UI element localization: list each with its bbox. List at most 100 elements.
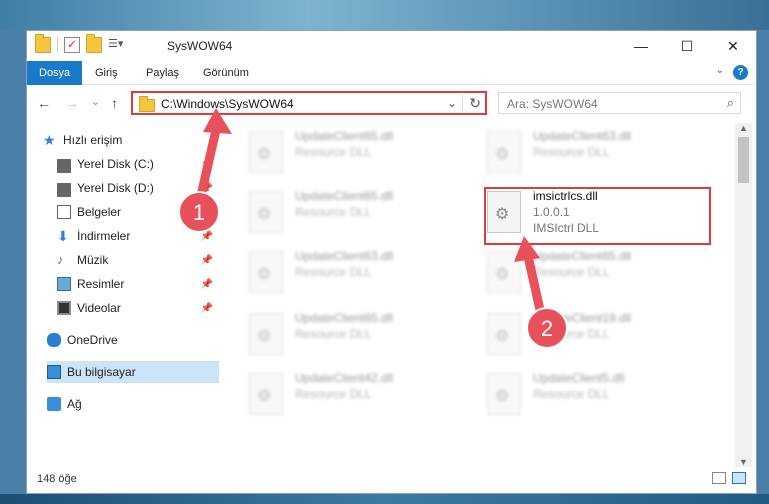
sidebar-item-music[interactable]: ♪ Müzik 📌 xyxy=(57,249,219,271)
customize-toolbar-icon[interactable]: ☰▾ xyxy=(108,37,124,53)
file-list: ⚙ UpdateClient65.dll Resource DLL ⚙ Upda… xyxy=(229,123,736,463)
dll-file-icon: ⚙ xyxy=(249,373,283,415)
list-item[interactable]: ⚙ UpdateClient5.dll Resource DLL xyxy=(487,369,717,425)
sidebar-item-label: Hızlı erişim xyxy=(63,133,123,147)
dll-file-icon: ⚙ xyxy=(487,313,521,355)
search-box[interactable]: Ara: SysWOW64 ⌕ xyxy=(498,92,741,114)
help-icon[interactable]: ? xyxy=(733,65,748,80)
properties-icon[interactable]: ✓ xyxy=(64,37,80,53)
dll-file-icon: ⚙ xyxy=(487,373,521,415)
status-item-count: 148 öğe xyxy=(37,473,77,485)
drive-icon xyxy=(57,159,71,173)
file-name: UpdateClient65.dll xyxy=(295,129,394,143)
list-item[interactable]: ⚙ UpdateClient65.dll Resource DLL xyxy=(249,309,479,365)
tab-home[interactable]: Giriş xyxy=(95,61,118,85)
search-placeholder[interactable]: Ara: SysWOW64 xyxy=(507,97,598,111)
document-icon xyxy=(57,205,71,219)
file-name: UpdateClient63.dll xyxy=(533,129,632,143)
scroll-up-icon[interactable]: ▲ xyxy=(739,123,748,133)
window-controls: — ☐ ✕ xyxy=(618,31,756,61)
sidebar-item-label: İndirmeler xyxy=(77,229,131,243)
computer-icon xyxy=(47,365,61,379)
maximize-button[interactable]: ☐ xyxy=(664,31,710,61)
pin-icon: 📌 xyxy=(200,182,213,194)
file-description: Resource DLL xyxy=(295,265,372,279)
details-view-icon[interactable] xyxy=(712,472,726,484)
sidebar-item-drive-c[interactable]: Yerel Disk (C:) 📌 xyxy=(57,153,219,175)
download-icon: ⬇ xyxy=(57,228,69,244)
star-icon: ★ xyxy=(43,132,56,148)
expand-ribbon-icon[interactable]: ⌄ xyxy=(716,65,724,76)
list-item[interactable]: ⚙ UpdateClient42.dll Resource DLL xyxy=(249,369,479,425)
sidebar-item-label: Ağ xyxy=(67,397,82,411)
network-icon xyxy=(47,397,61,411)
sidebar-item-videos[interactable]: Videolar 📌 xyxy=(57,297,219,319)
sidebar-item-network[interactable]: Ağ xyxy=(47,393,219,415)
list-item[interactable]: ⚙ UpdateClient65.dll Resource DLL xyxy=(487,247,717,303)
recent-locations-button[interactable]: ⌄ xyxy=(91,95,100,108)
folder-icon[interactable] xyxy=(35,34,51,53)
scroll-thumb[interactable] xyxy=(738,137,749,183)
dll-file-icon: ⚙ xyxy=(487,131,521,173)
pin-icon: 📌 xyxy=(200,230,213,242)
tab-file[interactable]: Dosya xyxy=(27,61,83,85)
sidebar-item-quick-access[interactable]: ★ Hızlı erişim xyxy=(43,129,233,151)
list-item[interactable]: ⚙ UpdateClient65.dll Resource DLL xyxy=(249,127,479,183)
list-item[interactable]: ⚙ UpdateClient63.dll Resource DLL xyxy=(249,247,479,303)
file-description: Resource DLL xyxy=(533,387,610,401)
file-name: UpdateClient65.dll xyxy=(533,249,632,263)
highlight-box-file xyxy=(484,187,711,245)
forward-button[interactable]: → xyxy=(65,95,79,111)
search-icon[interactable]: ⌕ xyxy=(727,95,734,111)
vertical-scrollbar[interactable]: ▲ ▼ xyxy=(735,123,752,467)
sidebar-item-label: Belgeler xyxy=(77,205,122,219)
sidebar-item-label: Müzik xyxy=(77,253,109,267)
dll-file-icon: ⚙ xyxy=(249,251,283,293)
drive-icon xyxy=(57,183,71,197)
file-description: Resource DLL xyxy=(295,327,372,341)
file-description: Resource DLL xyxy=(295,387,372,401)
list-item[interactable]: ⚙ UpdateClient65.dll Resource DLL xyxy=(249,187,479,243)
sidebar-item-label: Resimler xyxy=(77,277,125,291)
pin-icon: 📌 xyxy=(200,278,213,290)
tab-share[interactable]: Paylaş xyxy=(146,61,179,85)
quick-access-toolbar: ✓ ☰▾ xyxy=(35,34,124,53)
tiles-view-icon[interactable] xyxy=(732,472,746,484)
address-path[interactable]: C:\Windows\SysWOW64 xyxy=(161,97,294,111)
sidebar-item-drive-d[interactable]: Yerel Disk (D:) 📌 xyxy=(57,177,219,199)
scroll-down-icon[interactable]: ▼ xyxy=(739,457,748,467)
sidebar-item-documents[interactable]: Belgeler 📌 xyxy=(57,201,219,223)
music-icon: ♪ xyxy=(57,252,64,267)
file-name: UpdateClient63.dll xyxy=(295,249,394,263)
list-item[interactable]: ⚙ UpdateClient63.dll Resource DLL xyxy=(487,127,717,183)
refresh-icon[interactable]: ↻ xyxy=(462,95,481,112)
address-bar[interactable]: C:\Windows\SysWOW64 ⌄ ↻ xyxy=(131,91,487,115)
sidebar-item-onedrive[interactable]: OneDrive xyxy=(47,329,219,351)
sidebar-item-downloads[interactable]: ⬇ İndirmeler 📌 xyxy=(57,225,219,247)
close-button[interactable]: ✕ xyxy=(710,31,756,61)
desktop-background-bottom xyxy=(0,494,769,504)
file-name: UpdateClient65.dll xyxy=(295,311,394,325)
ribbon-tabs: Dosya Giriş Paylaş Görünüm ⌄ ? xyxy=(27,61,756,85)
sidebar-item-label: Bu bilgisayar xyxy=(67,365,136,379)
navigation-bar: ← → ⌄ ↑ C:\Windows\SysWOW64 ⌄ ↻ Ara: Sys… xyxy=(27,86,756,120)
back-button[interactable]: ← xyxy=(37,95,51,111)
pin-icon: 📌 xyxy=(200,158,213,170)
minimize-button[interactable]: — xyxy=(618,31,664,61)
explorer-window: ✓ ☰▾ SysWOW64 — ☐ ✕ Dosya Giriş Paylaş G… xyxy=(26,30,757,494)
sidebar-item-pictures[interactable]: Resimler 📌 xyxy=(57,273,219,295)
tab-view[interactable]: Görünüm xyxy=(203,61,249,85)
file-description: Resource DLL xyxy=(533,327,610,341)
file-name: UpdateClient42.dll xyxy=(295,371,394,385)
list-item[interactable]: ⚙ UpdateClient19.dll Resource DLL xyxy=(487,309,717,365)
address-dropdown-icon[interactable]: ⌄ xyxy=(447,96,457,110)
new-folder-icon[interactable] xyxy=(86,34,102,53)
separator xyxy=(57,37,58,53)
up-button[interactable]: ↑ xyxy=(111,95,118,111)
desktop-background xyxy=(0,0,769,30)
view-switcher xyxy=(712,472,746,484)
window-title: SysWOW64 xyxy=(167,39,233,53)
sidebar-item-this-pc[interactable]: Bu bilgisayar xyxy=(47,361,219,383)
file-name: UpdateClient65.dll xyxy=(295,189,394,203)
pictures-icon xyxy=(57,277,71,291)
